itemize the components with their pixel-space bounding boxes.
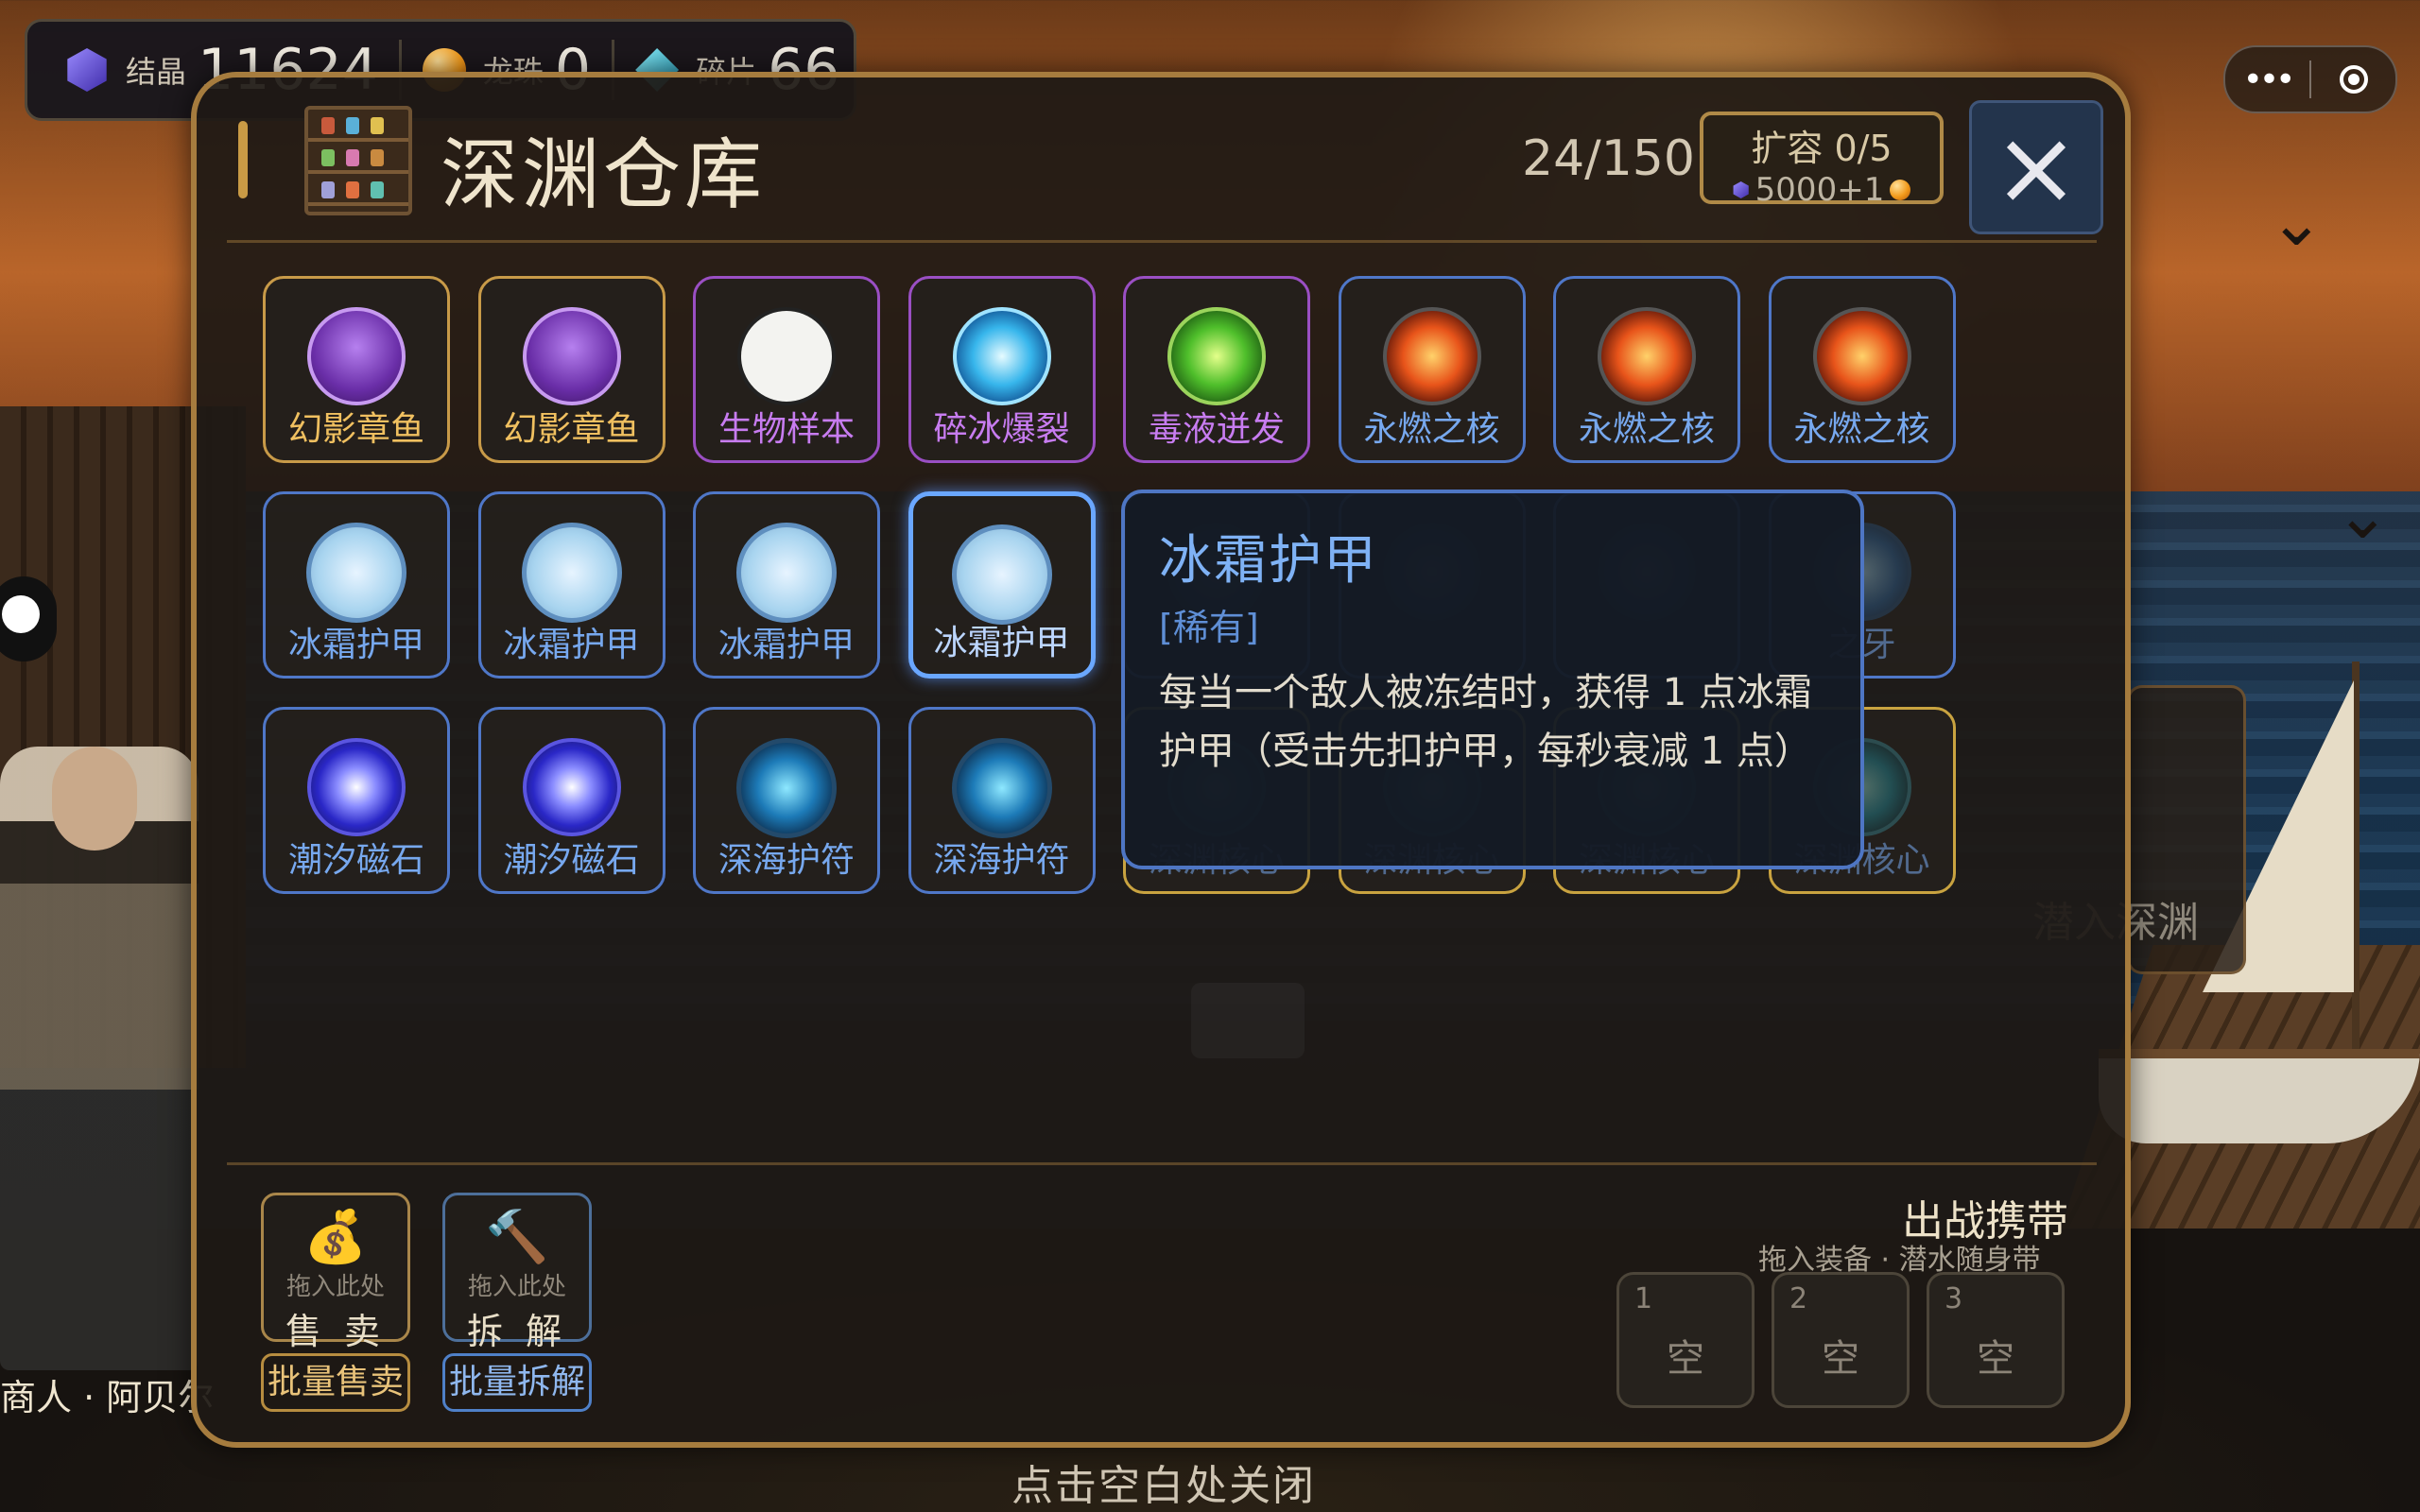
loadout-slot-1[interactable]: 1 空 bbox=[1616, 1272, 1754, 1408]
dna-sample-icon bbox=[737, 307, 836, 405]
bird-icon: ⌄ bbox=[2269, 183, 2325, 261]
item-name: 深海护符 bbox=[933, 841, 1070, 880]
dismantle-label: 拆 解 bbox=[466, 1311, 568, 1352]
slot-empty-label: 空 bbox=[1822, 1337, 1859, 1381]
item-slot[interactable]: 永燃之核 bbox=[1553, 276, 1740, 463]
slot-number: 3 bbox=[1945, 1282, 1963, 1315]
amulet-icon bbox=[736, 738, 837, 838]
item-name: 深海护符 bbox=[717, 841, 855, 880]
expand-cost-value: 5000+1 bbox=[1754, 171, 1885, 209]
currency-label: 结晶 bbox=[126, 54, 187, 90]
vortex-icon bbox=[522, 738, 621, 836]
item-name: 碎冰爆裂 bbox=[933, 410, 1070, 449]
item-name: 永燃之核 bbox=[1363, 410, 1500, 449]
drop-hint: 拖入此处 bbox=[467, 1273, 566, 1301]
batch-sell-button[interactable]: 批量售卖 bbox=[261, 1353, 410, 1412]
slot-empty-label: 空 bbox=[1667, 1337, 1704, 1381]
merchant-face bbox=[52, 747, 137, 850]
page-title: 深渊仓库 bbox=[441, 130, 767, 220]
more-menu-icon[interactable]: ••• bbox=[2225, 60, 2309, 99]
bird-icon: ⌄ bbox=[2335, 476, 2391, 554]
penguin-icon[interactable] bbox=[0, 576, 57, 662]
item-name: 潮汐磁石 bbox=[287, 841, 424, 880]
ice-burst-icon bbox=[952, 307, 1051, 405]
background-anvil bbox=[1191, 983, 1305, 1058]
item-slot[interactable]: 潮汐磁石 bbox=[477, 707, 666, 894]
item-name: 冰霜护甲 bbox=[933, 624, 1070, 662]
drop-hint: 拖入此处 bbox=[285, 1273, 385, 1301]
item-name: 毒液迸发 bbox=[1148, 410, 1285, 449]
item-slot[interactable]: 冰霜护甲 bbox=[477, 491, 666, 679]
fire-core-icon bbox=[1382, 307, 1481, 405]
item-slot[interactable]: 冰霜护甲 bbox=[908, 491, 1096, 679]
close-button[interactable]: × bbox=[1969, 100, 2103, 234]
item-slot[interactable]: 潮汐磁石 bbox=[263, 707, 450, 894]
slot-empty-label: 空 bbox=[1977, 1337, 2014, 1381]
exit-target-icon[interactable] bbox=[2311, 65, 2395, 94]
vortex-icon bbox=[307, 738, 406, 836]
sell-label: 售 卖 bbox=[285, 1311, 387, 1352]
sell-drop-zone[interactable]: 💰 拖入此处 售 卖 bbox=[261, 1193, 410, 1352]
octopus-icon bbox=[522, 307, 621, 405]
item-slot[interactable]: 幻影章鱼 bbox=[263, 276, 450, 463]
item-slot[interactable]: 毒液迸发 bbox=[1123, 276, 1310, 463]
item-slot[interactable]: 永燃之核 bbox=[1768, 276, 1956, 463]
dragon-ball-icon bbox=[1890, 180, 1911, 200]
tooltip-item-name: 冰霜护甲 bbox=[1159, 530, 1378, 592]
tooltip-description: 每当一个敌人被冻结时，获得 1 点冰霜护甲（受击先扣护甲，每秒衰减 1 点） bbox=[1159, 671, 1812, 773]
item-slot[interactable]: 深海护符 bbox=[908, 707, 1096, 894]
octopus-icon bbox=[307, 307, 406, 405]
item-slot[interactable]: 碎冰爆裂 bbox=[908, 276, 1096, 463]
item-slot[interactable]: 冰霜护甲 bbox=[693, 491, 880, 679]
frost-shield-icon bbox=[521, 523, 622, 623]
boat-hull bbox=[2099, 1049, 2420, 1143]
frost-shield-icon bbox=[306, 523, 406, 623]
close-icon: × bbox=[1992, 107, 2081, 228]
item-slot[interactable]: 深海护符 bbox=[693, 707, 880, 894]
item-name: 幻影章鱼 bbox=[287, 410, 424, 449]
header-divider bbox=[227, 240, 2097, 243]
money-bag-icon: 💰 bbox=[303, 1207, 368, 1266]
expand-cost: 5000+1 bbox=[1703, 171, 1940, 209]
storage-shelf-icon bbox=[304, 106, 412, 215]
item-name: 永燃之核 bbox=[1578, 410, 1715, 449]
frost-shield-icon bbox=[736, 523, 837, 623]
footer-divider bbox=[227, 1162, 2097, 1165]
fire-core-icon bbox=[1598, 307, 1696, 405]
expand-label: 扩容 0/5 bbox=[1751, 128, 1893, 169]
slot-number: 1 bbox=[1634, 1282, 1653, 1315]
item-name: 幻影章鱼 bbox=[503, 410, 640, 449]
item-tooltip: 冰霜护甲 [稀有] 每当一个敌人被冻结时，获得 1 点冰霜护甲（受击先扣护甲，每… bbox=[1121, 490, 1864, 869]
amulet-icon bbox=[951, 738, 1052, 838]
loadout-slot-3[interactable]: 3 空 bbox=[1927, 1272, 2065, 1408]
item-name: 永燃之核 bbox=[1793, 410, 1930, 449]
item-name: 冰霜护甲 bbox=[717, 626, 855, 664]
item-name: 冰霜护甲 bbox=[287, 626, 424, 664]
title-accent bbox=[238, 121, 248, 198]
dismantle-drop-zone[interactable]: 🔨 拖入此处 拆 解 bbox=[442, 1193, 592, 1352]
fire-core-icon bbox=[1812, 307, 1911, 405]
tooltip-rarity: [稀有] bbox=[1159, 607, 1259, 648]
capacity-count: 24/150 bbox=[1522, 130, 1695, 187]
item-slot[interactable]: 冰霜护甲 bbox=[263, 491, 450, 679]
poison-burst-icon bbox=[1167, 307, 1266, 405]
item-name: 生物样本 bbox=[717, 410, 855, 449]
mini-program-capsule: ••• bbox=[2223, 45, 2397, 113]
loadout-slot-2[interactable]: 2 空 bbox=[1772, 1272, 1910, 1408]
expand-capacity-button[interactable]: 扩容 0/5 5000+1 bbox=[1700, 112, 1944, 209]
hammer-icon: 🔨 bbox=[485, 1207, 549, 1266]
batch-dismantle-button[interactable]: 批量拆解 bbox=[442, 1353, 592, 1412]
crystal-icon bbox=[67, 48, 107, 92]
item-slot[interactable]: 生物样本 bbox=[693, 276, 880, 463]
item-slot[interactable]: 永燃之核 bbox=[1338, 276, 1526, 463]
slot-number: 2 bbox=[1789, 1282, 1808, 1315]
item-slot[interactable]: 幻影章鱼 bbox=[477, 276, 666, 463]
crystal-icon bbox=[1733, 181, 1749, 198]
close-hint[interactable]: 点击空白处关闭 bbox=[1011, 1452, 1316, 1512]
frost-shield-icon bbox=[951, 524, 1052, 625]
item-name: 冰霜护甲 bbox=[503, 626, 640, 664]
merchant-name: 商人 · 阿贝尔 bbox=[0, 1377, 215, 1418]
item-name: 潮汐磁石 bbox=[503, 841, 640, 880]
